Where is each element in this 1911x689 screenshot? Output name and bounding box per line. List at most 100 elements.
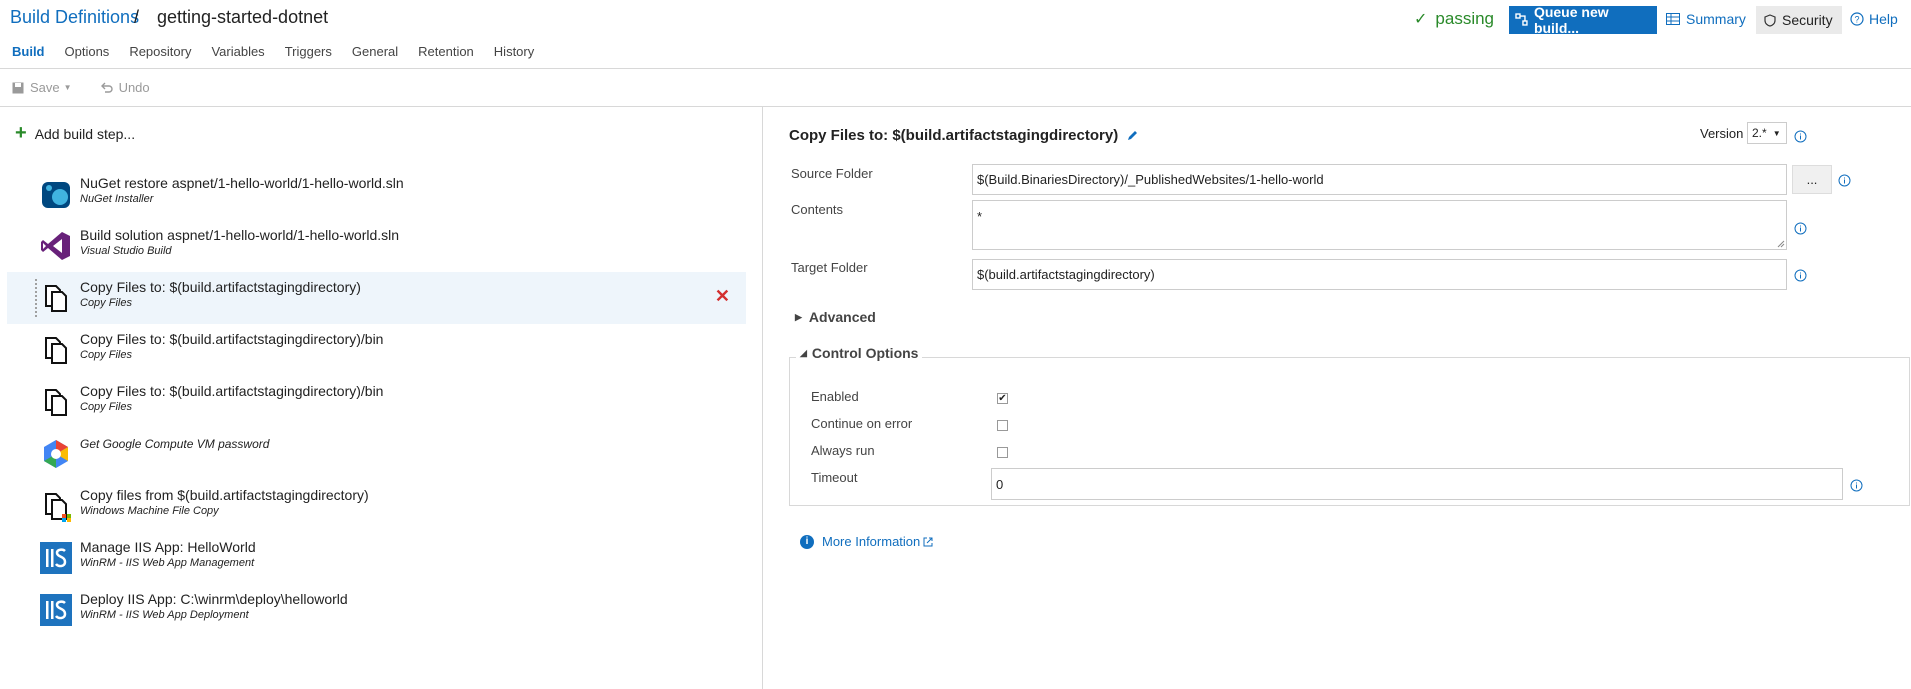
step-subtitle: Windows Machine File Copy	[80, 505, 219, 517]
undo-icon	[100, 82, 113, 93]
visual-studio-icon	[41, 232, 70, 260]
undo-button[interactable]: Undo	[100, 80, 150, 95]
build-step[interactable]: Copy Files to: $(build.artifactstagingdi…	[7, 324, 746, 376]
security-label: Security	[1782, 12, 1833, 28]
shield-icon	[1764, 13, 1776, 27]
tab-options[interactable]: Options	[65, 44, 110, 59]
step-title: Copy files from $(build.artifactstagingd…	[80, 487, 369, 503]
tab-retention[interactable]: Retention	[418, 44, 474, 59]
breadcrumb-build-definitions[interactable]: Build Definitions	[10, 7, 139, 28]
source-folder-value: $(Build.BinariesDirectory)/_PublishedWeb…	[977, 172, 1324, 187]
tab-build[interactable]: Build	[12, 44, 45, 59]
drag-handle[interactable]	[34, 278, 38, 318]
build-step[interactable]: Get Google Compute VM password	[7, 428, 746, 480]
step-subtitle: Copy Files	[80, 401, 132, 413]
windows-file-copy-icon	[45, 493, 71, 522]
toolbar-divider	[0, 106, 1911, 107]
build-step[interactable]: NuGet restore aspnet/1-hello-world/1-hel…	[7, 168, 746, 220]
tab-history[interactable]: History	[494, 44, 534, 59]
version-value: 2.*	[1752, 126, 1767, 140]
tab-repository[interactable]: Repository	[129, 44, 191, 59]
tab-triggers[interactable]: Triggers	[285, 44, 332, 59]
toolbar: Save ▼ Undo	[12, 80, 178, 95]
enabled-label: Enabled	[811, 389, 859, 404]
iis-icon	[40, 542, 72, 574]
pane-divider[interactable]	[762, 107, 763, 689]
chevron-down-icon: ◢	[800, 347, 807, 358]
info-icon[interactable]	[1850, 479, 1863, 492]
security-button[interactable]: Security	[1756, 6, 1842, 34]
step-title: Copy Files to: $(build.artifactstagingdi…	[80, 383, 384, 399]
step-title: Build solution aspnet/1-hello-world/1-he…	[80, 227, 400, 243]
info-icon[interactable]	[1838, 174, 1851, 187]
timeout-input[interactable]: 0	[991, 468, 1843, 500]
build-step[interactable]: Copy Files to: $(build.artifactstagingdi…	[7, 376, 746, 428]
chevron-down-icon: ▼	[63, 83, 72, 92]
step-title: Manage IIS App: HelloWorld	[80, 539, 256, 555]
step-subtitle: Copy Files	[80, 349, 132, 361]
contents-textarea[interactable]: *	[972, 200, 1787, 250]
queue-new-build-label: Queue new build...	[1533, 4, 1609, 36]
continue-on-error-label: Continue on error	[811, 416, 913, 431]
control-options-toggle[interactable]: ◢ Control Options	[796, 345, 923, 361]
save-label: Save	[30, 80, 60, 95]
svg-text:?: ?	[1854, 15, 1859, 25]
version-label: Version	[1700, 126, 1744, 141]
more-information-link[interactable]: i More Information	[800, 534, 933, 549]
undo-label: Undo	[118, 80, 150, 95]
external-link-icon	[923, 537, 933, 546]
page-title: getting-started-dotnet	[157, 7, 329, 27]
build-status[interactable]: ✓ passing	[1414, 6, 1494, 32]
info-icon[interactable]	[1794, 222, 1807, 235]
step-subtitle: WinRM - IIS Web App Management	[80, 557, 255, 569]
advanced-label: Advanced	[808, 309, 876, 325]
step-subtitle: WinRM - IIS Web App Deployment	[80, 609, 249, 621]
add-build-step-label: Add build step...	[34, 125, 136, 142]
step-title: Copy Files to: $(build.artifactstagingdi…	[80, 279, 361, 295]
version-select[interactable]: 2.* ▼	[1747, 122, 1787, 144]
remove-step-icon[interactable]: ✕	[715, 286, 730, 307]
tab-variables[interactable]: Variables	[211, 44, 264, 59]
queue-build-icon	[1515, 13, 1528, 26]
copy-files-icon	[45, 337, 67, 364]
build-step[interactable]: Deploy IIS App: C:\winrm\deploy\hellowor…	[7, 584, 746, 636]
step-title: Copy Files to: $(build.artifactstagingdi…	[80, 331, 384, 347]
timeout-value: 0	[996, 476, 1004, 492]
browse-button[interactable]: ...	[1792, 165, 1832, 194]
source-folder-input[interactable]: $(Build.BinariesDirectory)/_PublishedWeb…	[972, 164, 1787, 195]
timeout-label: Timeout	[811, 470, 858, 485]
build-step[interactable]: Manage IIS App: HelloWorld WinRM - IIS W…	[7, 532, 746, 584]
help-label: Help	[1869, 11, 1898, 27]
add-build-step-button[interactable]: + Add build step...	[15, 122, 135, 145]
step-subtitle: NuGet Installer	[80, 193, 154, 205]
step-subtitle: Visual Studio Build	[80, 245, 172, 257]
tab-general[interactable]: General	[352, 44, 398, 59]
build-step[interactable]: Build solution aspnet/1-hello-world/1-he…	[7, 220, 746, 272]
summary-link[interactable]: Summary	[1666, 6, 1746, 32]
step-subtitle: Copy Files	[80, 297, 132, 309]
continue-on-error-checkbox[interactable]	[997, 420, 1008, 431]
iis-icon	[40, 594, 72, 626]
chevron-right-icon: ▶	[795, 311, 802, 322]
summary-label: Summary	[1686, 11, 1746, 27]
enabled-checkbox[interactable]: ✔	[997, 393, 1008, 404]
info-icon[interactable]	[1794, 269, 1807, 282]
resize-handle-icon[interactable]	[1777, 240, 1785, 248]
nuget-icon	[42, 182, 70, 208]
save-icon	[12, 82, 24, 93]
advanced-section-toggle[interactable]: ▶ Advanced	[795, 309, 876, 325]
build-step-selected[interactable]: Copy Files to: $(build.artifactstagingdi…	[7, 272, 746, 324]
copy-files-icon	[45, 389, 67, 416]
target-folder-input[interactable]: $(build.artifactstagingdirectory)	[972, 259, 1787, 290]
copy-files-icon	[45, 285, 67, 312]
always-run-label: Always run	[811, 443, 875, 458]
help-link[interactable]: ? Help	[1850, 6, 1898, 32]
build-steps-list: NuGet restore aspnet/1-hello-world/1-hel…	[7, 168, 746, 636]
queue-new-build-button[interactable]: Queue new build...	[1509, 4, 1657, 36]
save-button[interactable]: Save ▼	[12, 80, 72, 95]
always-run-checkbox[interactable]	[997, 447, 1008, 458]
pencil-icon[interactable]	[1126, 129, 1139, 142]
source-folder-label: Source Folder	[791, 166, 873, 181]
build-step[interactable]: Copy files from $(build.artifactstagingd…	[7, 480, 746, 532]
info-icon[interactable]	[1794, 130, 1807, 143]
